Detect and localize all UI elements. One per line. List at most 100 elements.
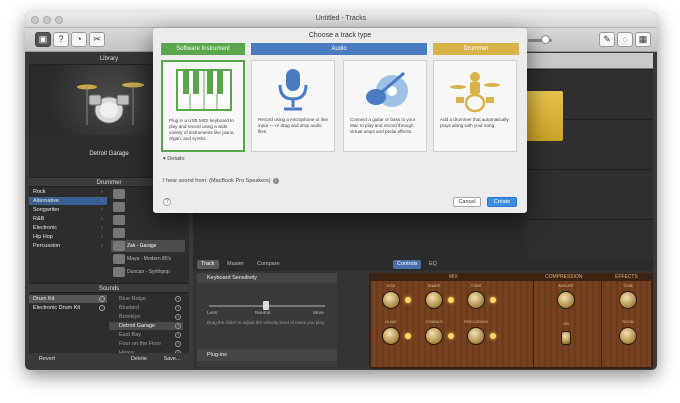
snare-label: SNARE (427, 284, 441, 288)
tab-eq[interactable]: EQ (425, 260, 441, 269)
cymbals-knob[interactable] (425, 327, 443, 345)
kick-led[interactable] (405, 297, 411, 303)
hihat-led[interactable] (405, 333, 411, 339)
microphone-card[interactable]: Record using a microphone or line input … (251, 60, 335, 152)
window-title: Untitled - Tracks (315, 15, 367, 22)
amount-label: AMOUNT (558, 284, 574, 288)
master-volume-knob[interactable] (541, 35, 550, 44)
download-icon: + (175, 332, 181, 338)
loop-browser-button[interactable]: ◌ (617, 32, 633, 47)
revert-button[interactable]: Revert (33, 355, 61, 364)
tab-track[interactable]: Track (197, 260, 219, 269)
notepad-button[interactable]: ✎ (599, 32, 615, 47)
track-lane[interactable] (527, 219, 653, 259)
drummer-placeholder[interactable] (111, 214, 185, 226)
effects-section-label: EFFECTS (615, 274, 638, 280)
save-button[interactable]: Save... (159, 355, 185, 364)
dialog-title: Choose a track type (308, 32, 372, 39)
snare-led[interactable] (448, 297, 454, 303)
library-button[interactable]: ▣ (35, 32, 51, 47)
toms-led[interactable] (490, 297, 496, 303)
toms-label: TOMS (470, 284, 482, 288)
sound-item[interactable]: Blue Ridge + (109, 295, 183, 303)
tab-controls[interactable]: Controls (393, 260, 422, 269)
compression-on-switch[interactable] (561, 331, 571, 345)
disclosure-triangle-icon: ▾ (163, 156, 166, 162)
tab-master[interactable]: Master (223, 260, 248, 269)
sound-item[interactable]: East Bay + (109, 331, 183, 339)
drummer-avatar (113, 267, 125, 277)
kick-knob[interactable] (382, 291, 400, 309)
percussion-knob[interactable] (467, 327, 485, 345)
piano-keys-icon (173, 68, 235, 114)
details-disclosure[interactable]: ▾ Details: (163, 156, 186, 162)
drummer-zak[interactable]: Zak - Garage (111, 240, 185, 252)
track-lane[interactable] (527, 169, 653, 219)
microphone-description: Record using a microphone or line input … (258, 117, 328, 134)
create-button[interactable]: Create (487, 197, 517, 207)
media-browser-button[interactable]: ▦ (635, 32, 651, 47)
drummer-region[interactable] (526, 91, 563, 141)
cancel-button[interactable]: Cancel (453, 197, 481, 207)
output-device-text: I hear sound from: (MacBook Pro Speakers… (163, 178, 279, 184)
genre-rnb[interactable]: R&B › (29, 215, 107, 223)
drummer-card[interactable]: Add a drummer that automatically plays a… (433, 60, 517, 152)
compression-amount-knob[interactable] (557, 291, 575, 309)
software-instrument-card[interactable]: Plug in a USB MIDI keyboard to play and … (161, 60, 245, 152)
sound-item[interactable]: Bluebird + (109, 304, 183, 312)
snare-knob[interactable] (425, 291, 443, 309)
library-footer: Revert Delete Save... (29, 353, 189, 369)
editors-button[interactable]: ✂ (89, 32, 105, 47)
genre-alternative[interactable]: Alternative › (29, 197, 107, 205)
download-icon: › (99, 305, 105, 311)
hihat-knob[interactable] (382, 327, 400, 345)
tone-label: TONE (623, 284, 633, 288)
keyboard-sensitivity-header[interactable]: Keyboard Sensitivity (197, 273, 337, 283)
timeline-ruler[interactable] (527, 53, 653, 69)
smart-controls-button[interactable]: ◔ (71, 32, 87, 47)
drummer-placeholder[interactable] (111, 227, 185, 239)
choose-track-type-dialog: Choose a track type Software Instrument … (153, 28, 527, 213)
delete-button[interactable]: Delete (127, 355, 151, 364)
drummer-avatar (113, 254, 125, 264)
genre-percussion[interactable]: Percussion › (29, 242, 107, 250)
software-instrument-header[interactable]: Software Instrument (161, 43, 245, 55)
percussion-led[interactable] (490, 333, 496, 339)
sound-item[interactable]: Four on the Floor + (109, 340, 183, 348)
tone-knob[interactable] (619, 291, 637, 309)
genre-electronic[interactable]: Electronic › (29, 224, 107, 232)
drummer-avatar (113, 189, 125, 199)
toms-knob[interactable] (467, 291, 485, 309)
download-icon: › (99, 296, 105, 302)
cymbals-led[interactable] (448, 333, 454, 339)
sound-item[interactable]: Brooklyn + (109, 313, 183, 321)
sensitivity-note: Drag the slider to adjust the velocity l… (207, 320, 325, 325)
info-icon[interactable]: i (272, 178, 279, 184)
help-button[interactable]: ? (53, 32, 69, 47)
room-knob[interactable] (619, 327, 637, 345)
controls-section-bar: MIX COMPRESSION EFFECTS (369, 273, 653, 281)
tab-compare[interactable]: Compare (253, 260, 284, 269)
drummer-maya[interactable]: Maya - Modern 80's (111, 253, 185, 265)
help-button[interactable]: ? (163, 198, 171, 206)
less-label: Less (207, 311, 218, 316)
kick-label: KICK (386, 284, 396, 288)
genre-hip-hop[interactable]: Hip Hop › (29, 233, 107, 241)
download-icon: + (175, 323, 181, 329)
drummer-avatar (113, 241, 125, 251)
sound-item-selected[interactable]: Detroit Garage + (109, 322, 183, 330)
guitar-card[interactable]: Connect a guitar or bass to your Mac to … (343, 60, 427, 152)
kit-drum-kit[interactable]: Drum Kit › (29, 295, 107, 303)
mix-section-label: MIX (449, 274, 458, 280)
drummer-header[interactable]: Drummer (433, 43, 519, 55)
plugins-header[interactable]: Plug-ins (197, 349, 337, 361)
software-instrument-description: Plug in a USB MIDI keyboard to play and … (169, 118, 235, 141)
section-divider (533, 281, 534, 367)
genre-songwriter[interactable]: Songwriter › (29, 206, 107, 214)
audio-header[interactable]: Audio (251, 43, 427, 55)
kit-electronic-drum-kit[interactable]: Electronic Drum Kit › (29, 304, 107, 312)
download-icon: + (175, 296, 181, 302)
drummer-duncan[interactable]: Duncan - Synthpop (111, 266, 185, 278)
sensitivity-slider-knob[interactable] (263, 301, 269, 310)
genre-rock[interactable]: Rock › (29, 188, 107, 196)
